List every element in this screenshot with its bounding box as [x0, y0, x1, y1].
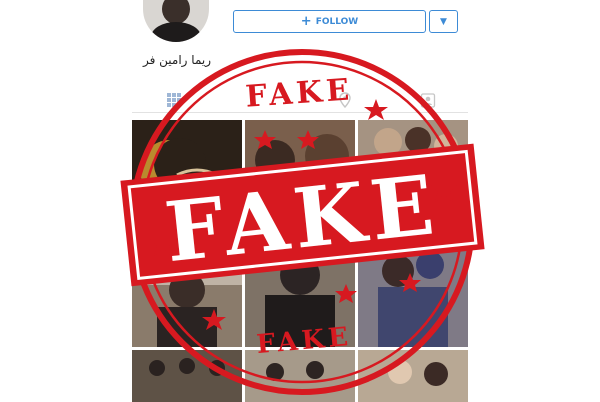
profile-tab-bar	[132, 88, 468, 113]
grid-photo[interactable]	[358, 350, 468, 402]
photo-grid	[132, 120, 468, 402]
follow-label: FOLLOW	[315, 16, 359, 27]
more-options-button[interactable]: ▼	[429, 10, 458, 33]
profile-name: ریما رامین فر	[142, 53, 212, 67]
tagged-person-icon[interactable]	[420, 92, 436, 108]
grid-photo[interactable]	[245, 350, 355, 402]
grid-icon[interactable]	[166, 92, 182, 108]
location-icon[interactable]	[337, 92, 353, 109]
grid-photo[interactable]	[358, 235, 468, 347]
grid-photo[interactable]	[132, 350, 242, 402]
grid-photo[interactable]	[245, 120, 355, 232]
grid-photo[interactable]	[132, 120, 242, 232]
plus-icon: +	[300, 14, 312, 29]
avatar-body	[151, 22, 201, 42]
chevron-down-icon: ▼	[440, 16, 447, 27]
grid-photo[interactable]	[132, 235, 242, 347]
profile-avatar[interactable]	[143, 0, 209, 42]
grid-photo[interactable]	[358, 120, 468, 232]
follow-button[interactable]: + FOLLOW	[233, 10, 426, 33]
avatar-head	[162, 0, 190, 24]
grid-photo[interactable]	[245, 235, 355, 347]
